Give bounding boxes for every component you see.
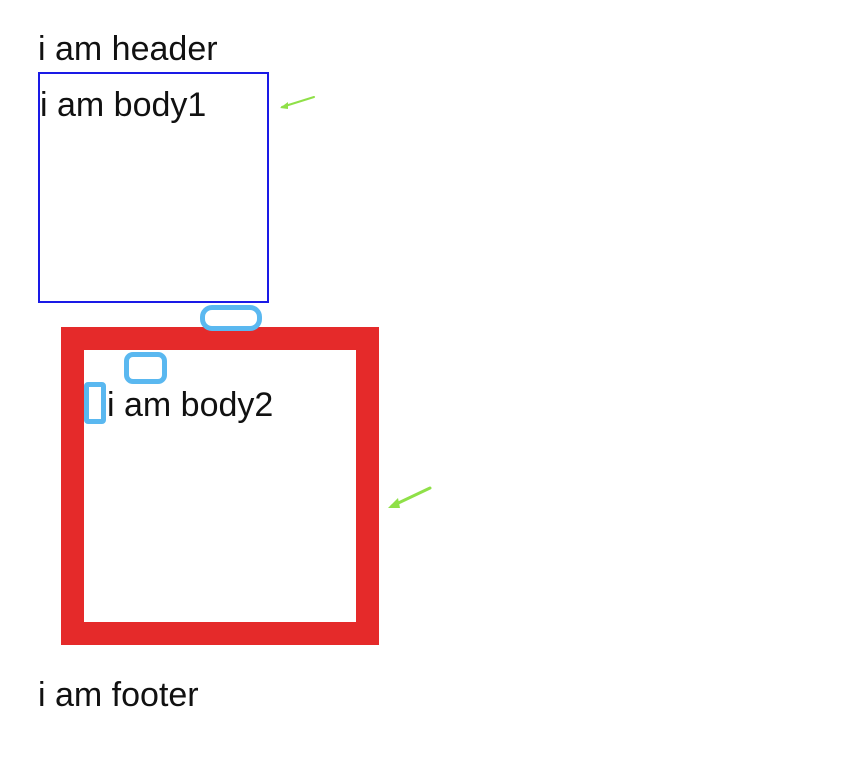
body1-text: i am body1 <box>40 86 207 124</box>
arrow-icon <box>280 96 315 109</box>
body1-box: i am body1 <box>38 72 269 303</box>
margin-marker <box>200 305 262 331</box>
arrow-icon <box>388 486 432 508</box>
header-text: i am header <box>38 30 218 68</box>
footer-text: i am footer <box>38 676 199 714</box>
body2-text: i am body2 <box>107 386 274 424</box>
padding-left-marker <box>84 382 106 424</box>
padding-top-marker <box>124 352 167 384</box>
body2-box: i am body2 <box>61 327 379 645</box>
